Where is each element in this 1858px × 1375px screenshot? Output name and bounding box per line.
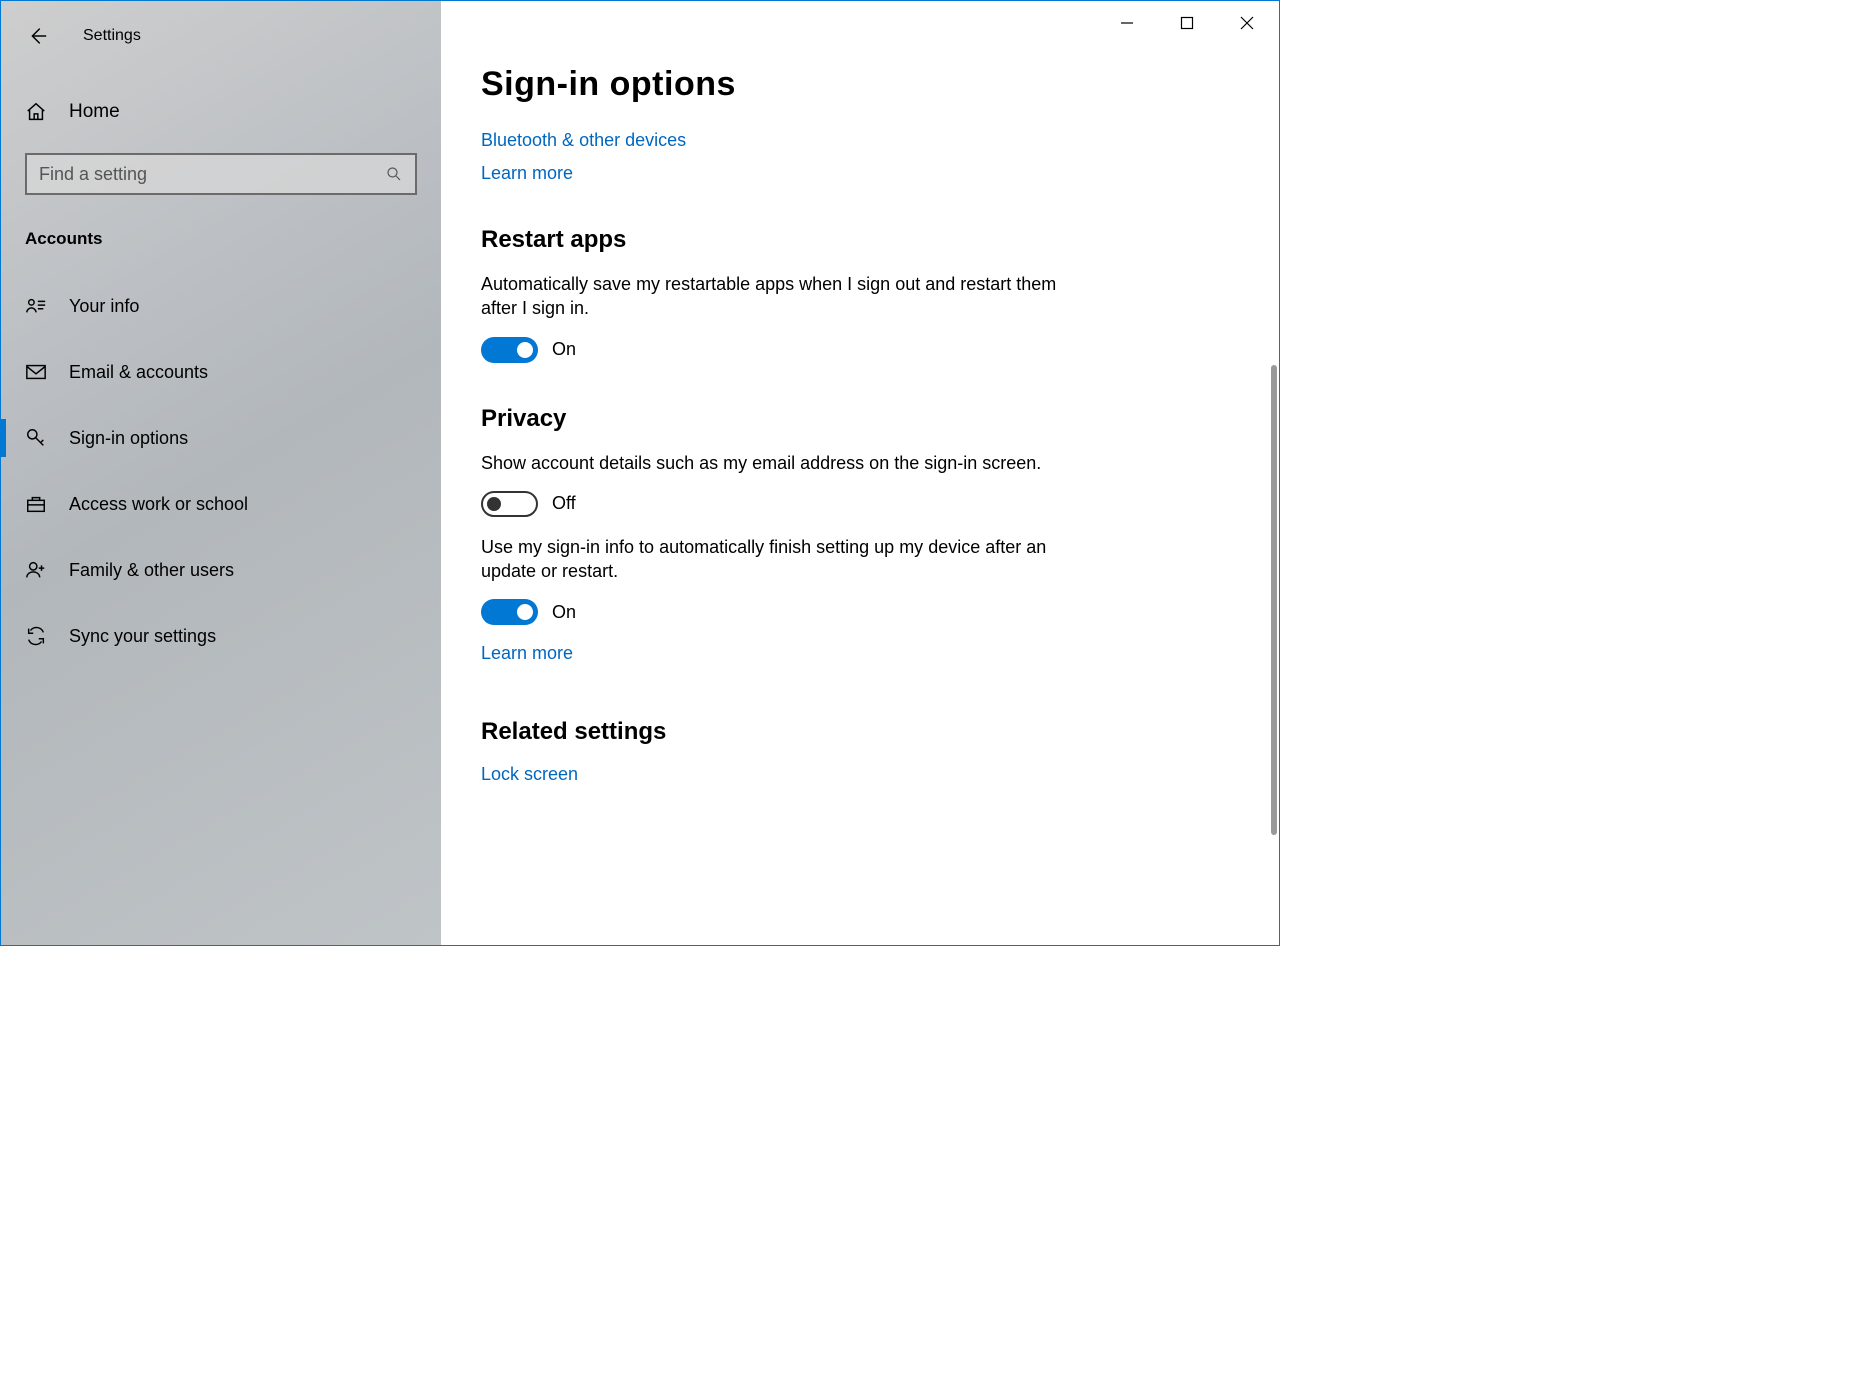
page-title: Sign-in options	[481, 65, 1239, 104]
key-icon	[25, 427, 47, 449]
sidebar-item-access-work-school[interactable]: Access work or school	[1, 471, 441, 537]
person-add-icon	[25, 559, 47, 581]
sidebar-item-sync-settings[interactable]: Sync your settings	[1, 603, 441, 669]
toggle-restart-apps-label: On	[552, 339, 576, 360]
search-input[interactable]	[39, 164, 385, 185]
toggle-show-account-details[interactable]	[481, 491, 538, 517]
toggle-show-account-details-label: Off	[552, 493, 576, 514]
search-icon	[385, 165, 403, 183]
toggle-auto-finish-setup[interactable]	[481, 599, 538, 625]
desc-privacy-show-details: Show account details such as my email ad…	[481, 451, 1081, 475]
home-label: Home	[69, 101, 120, 123]
mail-icon	[25, 361, 47, 383]
sidebar-category: Accounts	[1, 195, 441, 259]
toggle-auto-finish-setup-label: On	[552, 602, 576, 623]
toggle-restart-apps[interactable]	[481, 337, 538, 363]
link-learn-more-privacy[interactable]: Learn more	[481, 643, 1239, 664]
sidebar-item-family-other-users[interactable]: Family & other users	[1, 537, 441, 603]
search-box[interactable]	[25, 153, 417, 195]
heading-related-settings: Related settings	[481, 718, 1239, 746]
sidebar-item-label: Your info	[69, 296, 139, 317]
sidebar-item-your-info[interactable]: Your info	[1, 273, 441, 339]
link-bluetooth-other-devices[interactable]: Bluetooth & other devices	[481, 130, 1239, 151]
main-content: Sign-in options Bluetooth & other device…	[441, 1, 1279, 945]
desc-restart-apps: Automatically save my restartable apps w…	[481, 272, 1081, 321]
sidebar-item-email-accounts[interactable]: Email & accounts	[1, 339, 441, 405]
briefcase-icon	[25, 493, 47, 515]
window-minimize-button[interactable]	[1097, 3, 1157, 43]
person-lines-icon	[25, 295, 47, 317]
window-maximize-button[interactable]	[1157, 3, 1217, 43]
link-lock-screen[interactable]: Lock screen	[481, 764, 1239, 785]
sidebar: Settings Home Accounts Your info	[1, 1, 441, 945]
back-button[interactable]	[25, 24, 49, 48]
sidebar-item-label: Family & other users	[69, 560, 234, 581]
sync-icon	[25, 625, 47, 647]
heading-privacy: Privacy	[481, 405, 1239, 433]
sidebar-item-label: Email & accounts	[69, 362, 208, 383]
heading-restart-apps: Restart apps	[481, 226, 1239, 254]
sidebar-item-label: Sign-in options	[69, 428, 188, 449]
sidebar-item-sign-in-options[interactable]: Sign-in options	[1, 405, 441, 471]
home-icon	[25, 101, 47, 123]
sidebar-home[interactable]: Home	[1, 83, 441, 141]
link-learn-more-top[interactable]: Learn more	[481, 163, 1239, 184]
window-title: Settings	[83, 27, 141, 45]
sidebar-item-label: Access work or school	[69, 494, 248, 515]
window-close-button[interactable]	[1217, 3, 1277, 43]
desc-privacy-auto-finish: Use my sign-in info to automatically fin…	[481, 535, 1081, 584]
scrollbar[interactable]	[1271, 365, 1277, 835]
sidebar-item-label: Sync your settings	[69, 626, 216, 647]
